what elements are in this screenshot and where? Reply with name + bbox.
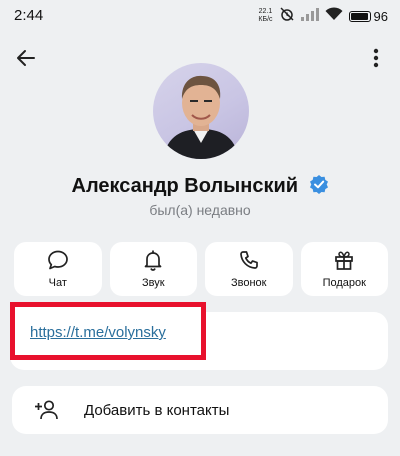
more-vertical-icon (373, 48, 379, 68)
wifi-icon (325, 6, 343, 26)
profile-name: Александр Волынский (71, 175, 299, 197)
battery-indicator: 96 (348, 8, 388, 24)
back-button[interactable] (10, 42, 42, 74)
signal-icon (300, 7, 319, 26)
call-button-label: Звонок (231, 277, 267, 289)
status-bar: 2:44 22.1 КБ/с 96 (0, 0, 400, 34)
profile-name-row: Александр Волынский (0, 174, 400, 199)
alarm-off-icon (279, 6, 295, 27)
network-speed-unit: КБ/с (258, 16, 273, 23)
profile-actions: Чат Звук Звонок Подарок (14, 242, 388, 296)
add-to-contacts-button[interactable]: Добавить в контакты (12, 386, 388, 434)
gift-button-label: Подарок (322, 277, 366, 289)
arrow-left-icon (17, 50, 35, 66)
status-icons: 22.1 КБ/с 96 (258, 6, 388, 26)
battery-fill (350, 12, 368, 20)
last-seen-status: был(а) недавно (149, 202, 251, 218)
network-speed-value: 22.1 (258, 8, 273, 15)
gift-button[interactable]: Подарок (300, 242, 388, 296)
verified-badge-icon (309, 174, 329, 199)
profile-avatar[interactable] (153, 63, 249, 159)
more-options-button[interactable] (360, 42, 392, 74)
battery-icon (348, 10, 371, 22)
bell-icon (144, 250, 162, 271)
gift-icon (335, 251, 354, 270)
profile-link[interactable]: https://t.me/volynsky (30, 324, 166, 341)
status-time: 2:44 (14, 7, 44, 24)
call-button[interactable]: Звонок (205, 242, 293, 296)
sound-button[interactable]: Звук (109, 242, 197, 296)
add-to-contacts-label: Добавить в контакты (84, 401, 230, 419)
phone-icon (239, 251, 258, 269)
chat-button[interactable]: Чат (14, 242, 102, 296)
avatar-photo (163, 75, 239, 159)
chat-bubble-icon (47, 250, 68, 270)
chat-button-label: Чат (48, 277, 67, 289)
add-person-icon (34, 399, 60, 421)
sound-button-label: Звук (141, 277, 165, 289)
network-speed: 22.1 КБ/с (258, 8, 272, 24)
battery-percent: 96 (373, 8, 388, 24)
